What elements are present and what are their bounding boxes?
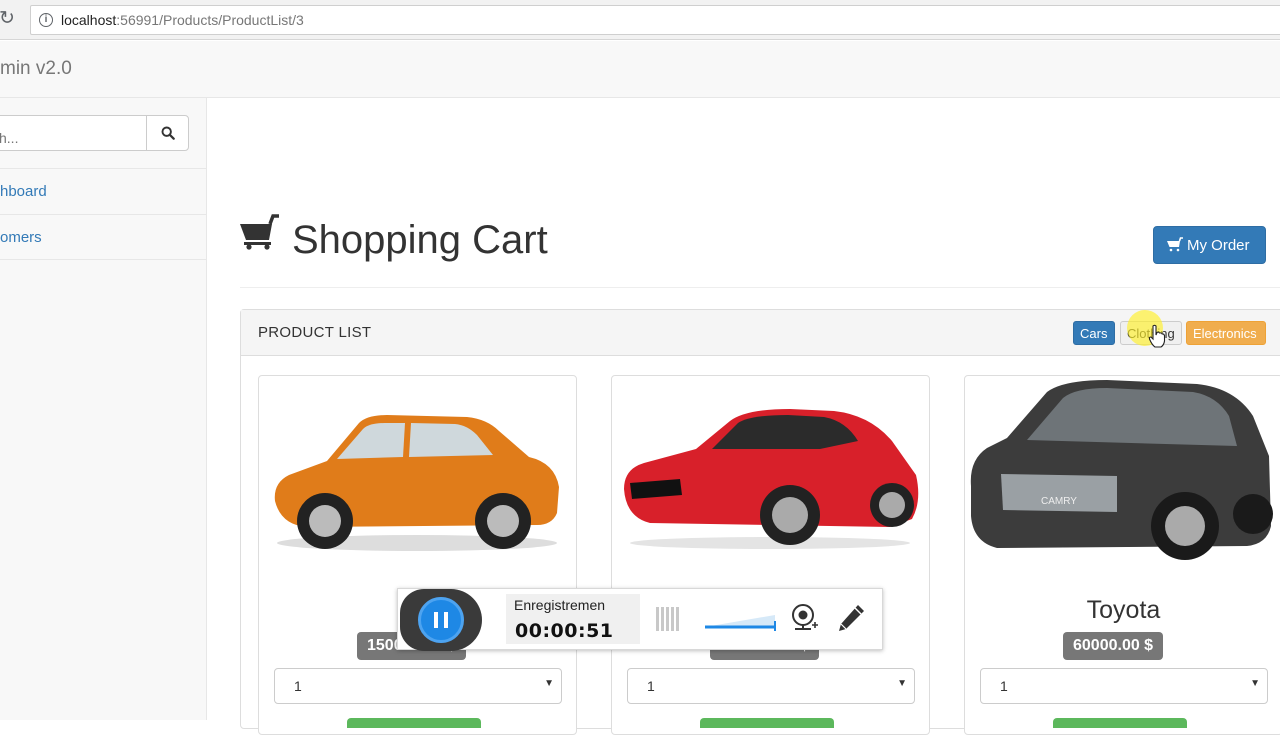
- category-cars-button[interactable]: Cars: [1073, 321, 1115, 345]
- search-input[interactable]: [0, 115, 147, 151]
- product-card: 200000.00 $ 1 ▼: [611, 375, 930, 735]
- quantity-select[interactable]: 1 ▼: [627, 668, 915, 704]
- pen-icon[interactable]: [836, 603, 866, 635]
- product-list-panel: PRODUCT LIST Cars Clothing Electronics A…: [240, 309, 1280, 735]
- recording-label: Enregistremen: [514, 597, 606, 613]
- category-electronics-button[interactable]: Electronics: [1186, 321, 1266, 345]
- webcam-icon[interactable]: [790, 603, 818, 635]
- search-icon: [161, 126, 175, 140]
- product-name: Toyota: [1086, 596, 1161, 624]
- hand-cursor-icon: [1148, 324, 1166, 348]
- my-order-button[interactable]: My Order: [1153, 226, 1266, 264]
- recording-timer: 00:00:51: [515, 620, 614, 642]
- quantity-select[interactable]: 1 ▼: [274, 668, 562, 704]
- url-host: localhost: [61, 12, 117, 28]
- recording-status: Enregistremen 00:00:51: [506, 594, 640, 644]
- sidebar-item-customers[interactable]: omers: [0, 214, 207, 260]
- product-card: A 150000.00 $ 1 ▼: [258, 375, 577, 735]
- pause-button[interactable]: [418, 597, 464, 643]
- sidebar: hboard omers: [0, 98, 207, 720]
- browser-toolbar: ↻ i localhost:56991/Products/ProductList…: [0, 0, 1280, 40]
- product-image: [624, 409, 919, 549]
- sidebar-item-dashboard[interactable]: hboard: [0, 168, 207, 214]
- address-bar[interactable]: i localhost:56991/Products/ProductList/3: [30, 5, 1280, 35]
- quantity-select[interactable]: 1 ▼: [980, 668, 1268, 704]
- info-icon[interactable]: i: [39, 13, 53, 27]
- page-title: Shopping Cart: [292, 218, 548, 262]
- product-image: [274, 415, 559, 551]
- shopping-cart-icon: [240, 214, 279, 250]
- panel-heading: PRODUCT LIST Cars Clothing Electronics: [241, 310, 1280, 356]
- quantity-value: 1: [294, 678, 302, 694]
- shopping-cart-icon: [1167, 237, 1183, 252]
- caret-down-icon: ▼: [544, 678, 554, 689]
- caret-down-icon: ▼: [1250, 678, 1260, 689]
- sidebar-item-label: omers: [0, 229, 42, 246]
- product-image: CAMRY: [970, 380, 1273, 560]
- caret-down-icon: ▼: [897, 678, 907, 689]
- volume-slider[interactable]: [703, 609, 777, 631]
- url-path: :56991/Products/ProductList/3: [116, 12, 304, 28]
- audio-meter-icon: [656, 607, 679, 631]
- reload-icon[interactable]: ↻: [0, 8, 18, 30]
- pause-button-ring: [400, 589, 482, 651]
- brand-title[interactable]: min v2.0: [0, 58, 72, 80]
- pause-icon: [434, 612, 438, 628]
- screen-recorder-toolbar: Enregistremen 00:00:51: [397, 588, 883, 651]
- sidebar-item-label: hboard: [0, 183, 47, 200]
- price-badge: 60000.00 $: [1063, 632, 1164, 660]
- url-text[interactable]: localhost:56991/Products/ProductList/3: [61, 12, 304, 28]
- search-button[interactable]: [146, 115, 189, 151]
- svg-text:CAMRY: CAMRY: [1041, 496, 1077, 507]
- panel-title: PRODUCT LIST: [258, 324, 372, 341]
- page-header: Shopping Cart: [240, 208, 1280, 288]
- quantity-value: 1: [647, 678, 655, 694]
- quantity-value: 1: [1000, 678, 1008, 694]
- top-navbar: min v2.0: [0, 41, 1280, 98]
- my-order-label: My Order: [1187, 237, 1250, 254]
- pause-icon: [444, 612, 448, 628]
- product-card: CAMRY Toyota 60000.00 $ 1 ▼: [964, 375, 1280, 735]
